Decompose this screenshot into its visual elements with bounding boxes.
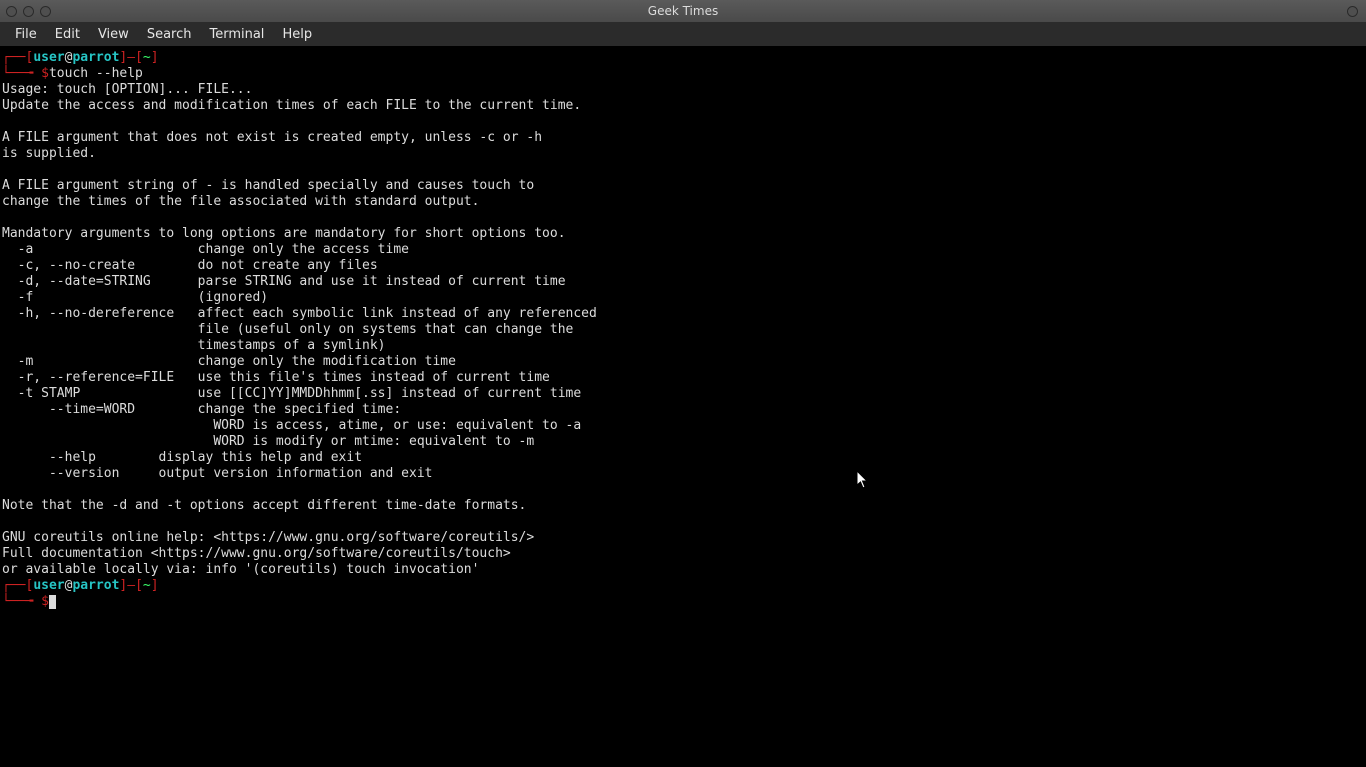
prompt-user: user	[33, 578, 64, 593]
output-line: is supplied.	[2, 146, 96, 161]
output-line: or available locally via: info '(coreuti…	[2, 562, 479, 577]
output-line: -f (ignored)	[2, 290, 268, 305]
window-close-button[interactable]	[6, 6, 17, 17]
output-line: --version output version information and…	[2, 466, 432, 481]
output-line: Note that the -d and -t options accept d…	[2, 498, 526, 513]
output-line: Full documentation <https://www.gnu.org/…	[2, 546, 511, 561]
output-line: GNU coreutils online help: <https://www.…	[2, 530, 534, 545]
window-aux-button[interactable]	[1347, 6, 1358, 17]
prompt-bracket: ]	[151, 50, 159, 65]
window-buttons	[6, 6, 51, 17]
output-line: file (useful only on systems that can ch…	[2, 322, 573, 337]
window-minimize-button[interactable]	[23, 6, 34, 17]
window-titlebar: Geek Times	[0, 0, 1366, 22]
prompt-dir: ~	[143, 50, 151, 65]
prompt-dir: ~	[143, 578, 151, 593]
output-line: -a change only the access time	[2, 242, 409, 257]
output-line: -c, --no-create do not create any files	[2, 258, 378, 273]
output-line: -r, --reference=FILE use this file's tim…	[2, 370, 550, 385]
window-title: Geek Times	[0, 4, 1366, 18]
menu-edit[interactable]: Edit	[46, 24, 89, 45]
prompt-host: parrot	[72, 578, 119, 593]
menu-help[interactable]: Help	[273, 24, 321, 45]
prompt-corner: ┌──	[2, 578, 25, 593]
output-line: timestamps of a symlink)	[2, 338, 386, 353]
menu-file[interactable]: File	[6, 24, 46, 45]
prompt-bracket: [	[135, 50, 143, 65]
output-line: WORD is modify or mtime: equivalent to -…	[2, 434, 534, 449]
output-line: Mandatory arguments to long options are …	[2, 226, 566, 241]
prompt-dollar: $	[41, 594, 49, 609]
prompt-corner: └──╼	[2, 66, 41, 81]
output-line: A FILE argument that does not exist is c…	[2, 130, 542, 145]
output-line: -m change only the modification time	[2, 354, 456, 369]
prompt-corner: ┌──	[2, 50, 25, 65]
output-line: change the times of the file associated …	[2, 194, 479, 209]
output-line: --time=WORD change the specified time:	[2, 402, 401, 417]
prompt-host: parrot	[72, 50, 119, 65]
output-line: A FILE argument string of - is handled s…	[2, 178, 534, 193]
terminal-output-area[interactable]: ┌──[user@parrot]—[~] └──╼ $touch --help …	[0, 46, 1366, 767]
prompt-dash: —	[127, 578, 135, 593]
prompt-dash: —	[127, 50, 135, 65]
prompt-bracket: [	[135, 578, 143, 593]
menubar: File Edit View Search Terminal Help	[0, 22, 1366, 46]
menu-view[interactable]: View	[89, 24, 138, 45]
output-line: Usage: touch [OPTION]... FILE...	[2, 82, 252, 97]
menu-terminal[interactable]: Terminal	[200, 24, 273, 45]
output-line: Update the access and modification times…	[2, 98, 581, 113]
prompt-bracket: ]	[151, 578, 159, 593]
command-line: touch --help	[49, 66, 143, 81]
menu-search[interactable]: Search	[138, 24, 201, 45]
output-line: -t STAMP use [[CC]YY]MMDDhhmm[.ss] inste…	[2, 386, 581, 401]
window-maximize-button[interactable]	[40, 6, 51, 17]
output-line: --help display this help and exit	[2, 450, 362, 465]
prompt-dollar: $	[41, 66, 49, 81]
output-line: WORD is access, atime, or use: equivalen…	[2, 418, 581, 433]
output-line: -d, --date=STRING parse STRING and use i…	[2, 274, 566, 289]
text-cursor	[49, 595, 56, 609]
prompt-corner: └──╼	[2, 594, 41, 609]
prompt-user: user	[33, 50, 64, 65]
output-line: -h, --no-dereference affect each symboli…	[2, 306, 597, 321]
